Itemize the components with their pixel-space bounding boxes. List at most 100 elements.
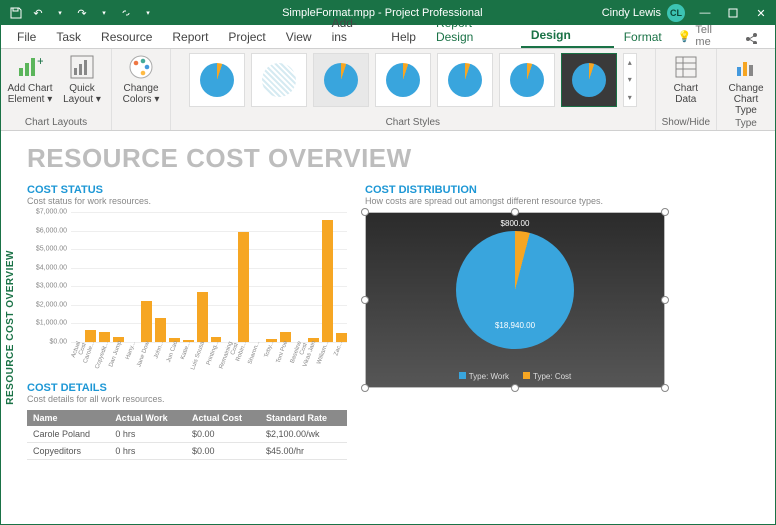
change-chart-type-button[interactable]: Change Chart Type xyxy=(723,53,769,116)
bar xyxy=(141,301,152,342)
undo-icon[interactable]: ↶ xyxy=(29,4,47,22)
chart-style-option[interactable] xyxy=(313,53,369,107)
y-axis-tick: $6,000.00 xyxy=(27,227,67,234)
chart-selection-frame[interactable]: $800.00 $18,940.00 Type: Work Type: Cost xyxy=(365,212,665,388)
chart-styles-gallery: ▴▾▾ xyxy=(185,53,641,115)
resize-handle[interactable] xyxy=(361,296,369,304)
y-axis-tick: $2,000.00 xyxy=(27,301,67,308)
chart-data-button[interactable]: Chart Data xyxy=(663,53,709,105)
chart-legend: Type: Work Type: Cost xyxy=(366,372,664,381)
tab-format[interactable]: Format xyxy=(614,26,672,48)
maximize-button[interactable] xyxy=(719,1,747,25)
tab-task[interactable]: Task xyxy=(46,26,91,48)
qat-dropdown-icon[interactable]: ▾ xyxy=(139,4,157,22)
resize-handle[interactable] xyxy=(661,208,669,216)
y-axis-tick: $7,000.00 xyxy=(27,209,67,216)
resize-handle[interactable] xyxy=(361,208,369,216)
side-tab[interactable]: RESOURCE COST OVERVIEW xyxy=(1,131,19,524)
qat-dropdown-icon[interactable]: ▾ xyxy=(95,4,113,22)
tell-me-search[interactable]: 💡Tell me xyxy=(672,24,735,48)
tab-report[interactable]: Report xyxy=(162,26,218,48)
chevron-down-icon[interactable]: ▾ xyxy=(624,71,636,88)
title-bar: ↶ ▾ ↷ ▾ ▾ SimpleFormat.mpp - Project Pro… xyxy=(1,1,775,25)
resize-handle[interactable] xyxy=(661,296,669,304)
lightbulb-icon: 💡 xyxy=(678,30,692,43)
more-icon[interactable]: ▾ xyxy=(624,89,636,106)
ribbon: + Add Chart Element ▾ Quick Layout ▾ Cha… xyxy=(1,49,775,131)
pie-slice-label-cost: $800.00 xyxy=(501,219,530,228)
pie-chart xyxy=(456,231,574,349)
tab-report-design[interactable]: Report Design xyxy=(426,12,521,48)
chart-style-option[interactable] xyxy=(437,53,493,107)
chart-style-option[interactable] xyxy=(499,53,555,107)
cost-status-subtitle: Cost status for work resources. xyxy=(27,196,347,206)
ribbon-tabs: FileTaskResourceReportProjectViewAdd-ins… xyxy=(1,25,775,49)
save-icon[interactable] xyxy=(7,4,25,22)
cost-details-table[interactable]: NameActual WorkActual CostStandard Rate … xyxy=(27,410,347,460)
chevron-up-icon[interactable]: ▴ xyxy=(624,54,636,71)
table-header: Actual Work xyxy=(109,410,186,426)
share-icon[interactable] xyxy=(735,26,769,48)
quick-layout-button[interactable]: Quick Layout ▾ xyxy=(59,53,105,105)
group-show-hide: Chart Data Show/Hide xyxy=(656,49,717,130)
chart-style-option-selected[interactable] xyxy=(561,53,617,107)
add-chart-element-icon: + xyxy=(16,53,44,81)
cost-distribution-subtitle: How costs are spread out amongst differe… xyxy=(365,196,755,206)
tab-file[interactable]: File xyxy=(7,26,46,48)
resize-handle[interactable] xyxy=(511,384,519,392)
y-axis-tick: $4,000.00 xyxy=(27,264,67,271)
table-header: Actual Cost xyxy=(186,410,260,426)
svg-text:+: + xyxy=(37,54,43,68)
report-page: RESOURCE COST OVERVIEW COST STATUS Cost … xyxy=(19,131,775,524)
y-axis-tick: $5,000.00 xyxy=(27,246,67,253)
bar xyxy=(197,292,208,342)
document-area: RESOURCE COST OVERVIEW RESOURCE COST OVE… xyxy=(1,131,775,524)
table-header: Name xyxy=(27,410,109,426)
table-row[interactable]: Carole Poland0 hrs$0.00$2,100.00/wk xyxy=(27,426,347,443)
cost-details-title: COST DETAILS xyxy=(27,382,347,394)
y-axis-tick: $3,000.00 xyxy=(27,283,67,290)
pie-slice-label-work: $18,940.00 xyxy=(495,321,535,330)
change-colors-button[interactable]: Change Colors ▾ xyxy=(118,53,164,105)
tab-view[interactable]: View xyxy=(276,26,322,48)
chart-data-icon xyxy=(672,53,700,81)
quick-layout-icon xyxy=(68,53,96,81)
user-avatar[interactable]: CL xyxy=(667,4,685,22)
resize-handle[interactable] xyxy=(511,208,519,216)
qat-dropdown-icon[interactable]: ▾ xyxy=(51,4,69,22)
table-header: Standard Rate xyxy=(260,410,347,426)
tab-help[interactable]: Help xyxy=(381,26,426,48)
redo-icon[interactable]: ↷ xyxy=(73,4,91,22)
tab-chart-design[interactable]: Chart Design xyxy=(521,10,614,48)
tab-resource[interactable]: Resource xyxy=(91,26,162,48)
tab-add-ins[interactable]: Add-ins xyxy=(322,12,382,48)
group-chart-layouts: + Add Chart Element ▾ Quick Layout ▾ Cha… xyxy=(1,49,112,130)
link-icon[interactable] xyxy=(117,4,135,22)
tab-project[interactable]: Project xyxy=(218,26,275,48)
user-area: Cindy Lewis CL xyxy=(602,4,691,22)
y-axis-tick: $0.00 xyxy=(27,339,67,346)
bar xyxy=(155,318,166,342)
cost-status-chart[interactable]: Actual CostCarole...Copyedit...Dan JumpH… xyxy=(27,212,347,372)
cost-distribution-chart[interactable]: $800.00 $18,940.00 Type: Work Type: Cost xyxy=(365,212,665,388)
cost-status-title: COST STATUS xyxy=(27,184,347,196)
resize-handle[interactable] xyxy=(661,384,669,392)
palette-icon xyxy=(127,53,155,81)
chart-style-option[interactable] xyxy=(189,53,245,107)
group-type: Change Chart Type Type xyxy=(717,49,775,130)
chart-style-option[interactable] xyxy=(375,53,431,107)
chart-style-option[interactable] xyxy=(251,53,307,107)
minimize-button[interactable]: — xyxy=(691,1,719,25)
table-row[interactable]: Copyeditors0 hrs$0.00$45.00/hr xyxy=(27,443,347,460)
resize-handle[interactable] xyxy=(361,384,369,392)
page-title: RESOURCE COST OVERVIEW xyxy=(27,143,755,174)
gallery-scroll[interactable]: ▴▾▾ xyxy=(623,53,637,107)
quick-access-toolbar: ↶ ▾ ↷ ▾ ▾ xyxy=(1,4,163,22)
change-chart-type-icon xyxy=(732,53,760,81)
bar xyxy=(238,232,249,342)
cost-distribution-title: COST DISTRIBUTION xyxy=(365,184,755,196)
close-button[interactable]: ✕ xyxy=(747,1,775,25)
group-chart-styles: ▴▾▾ Chart Styles xyxy=(171,49,656,130)
y-axis-tick: $1,000.00 xyxy=(27,320,67,327)
add-chart-element-button[interactable]: + Add Chart Element ▾ xyxy=(7,53,53,105)
